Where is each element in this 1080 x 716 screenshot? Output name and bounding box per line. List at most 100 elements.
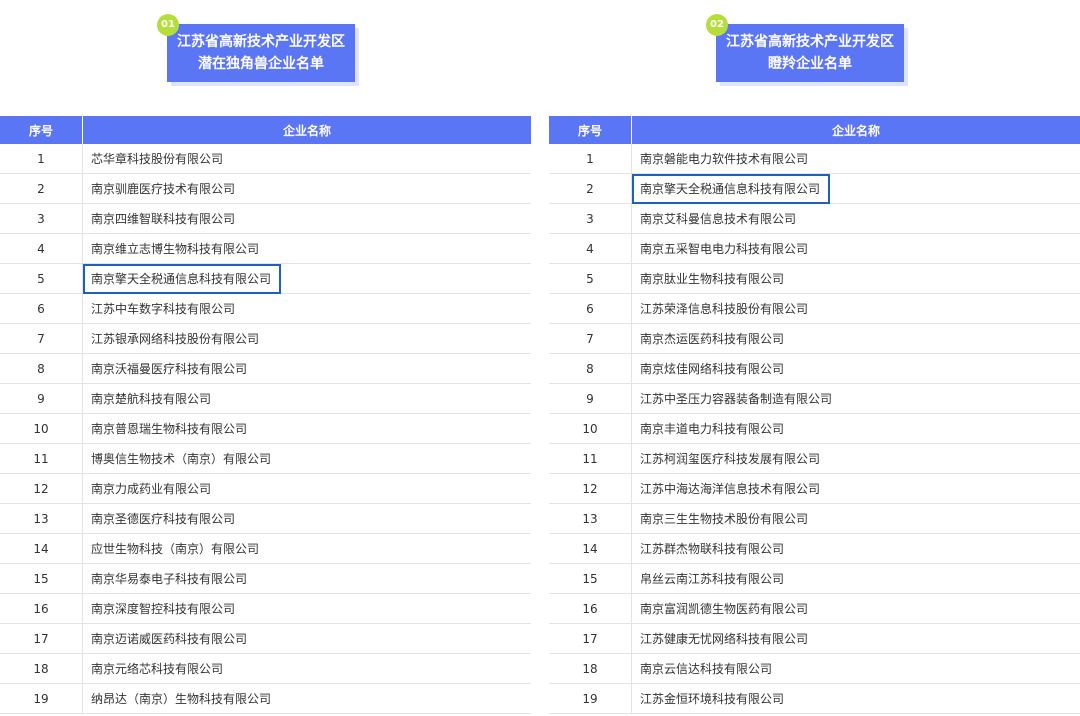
table-row: 13 南京圣德医疗科技有限公司	[0, 503, 531, 534]
table-header-row: 序号 企业名称	[0, 116, 531, 144]
company-name-text: 南京四维智联科技有限公司	[91, 212, 236, 226]
right-panel: 02 江苏省高新技术产业开发区 瞪羚企业名单 序号 企业名称 1 南京磐能电力软件…	[549, 0, 1080, 716]
header-name: 企业名称	[82, 116, 531, 144]
row-number: 2	[549, 173, 632, 204]
company-name: 帛丝云南江苏科技有限公司	[631, 563, 1080, 594]
company-name: 南京炫佳网络科技有限公司	[631, 353, 1080, 384]
header-name: 企业名称	[631, 116, 1080, 144]
table-row: 4 南京维立志博生物科技有限公司	[0, 233, 531, 264]
row-number: 1	[0, 144, 83, 174]
right-company-table: 序号 企业名称 1 南京磐能电力软件技术有限公司 2 南京擎天全税通信息科技有限公司 3…	[549, 116, 1080, 714]
table-row: 18 南京元络芯科技有限公司	[0, 653, 531, 684]
company-name-text: 江苏金恒环境科技有限公司	[640, 692, 785, 706]
company-name: 南京三生生物技术股份有限公司	[631, 503, 1080, 534]
table-row: 15 帛丝云南江苏科技有限公司	[549, 563, 1080, 594]
company-name-text: 南京普恩瑞生物科技有限公司	[91, 422, 248, 436]
company-name: 南京肽业生物科技有限公司	[631, 263, 1080, 294]
company-name: 江苏荣泽信息科技股份有限公司	[631, 293, 1080, 324]
company-name: 南京深度智控科技有限公司	[82, 593, 531, 624]
row-number: 7	[549, 323, 632, 354]
table-row: 6 江苏荣泽信息科技股份有限公司	[549, 293, 1080, 324]
left-company-table: 序号 企业名称 1 芯华章科技股份有限公司 2 南京驯鹿医疗技术有限公司 3 南京四维智联…	[0, 116, 531, 714]
company-name-text: 南京深度智控科技有限公司	[91, 602, 236, 616]
company-name: 应世生物科技（南京）有限公司	[82, 533, 531, 564]
left-panel: 01 江苏省高新技术产业开发区 潜在独角兽企业名单 序号 企业名称 1 芯华章科技…	[0, 0, 531, 716]
table-row: 1 芯华章科技股份有限公司	[0, 144, 531, 174]
company-name-text: 南京力成药业有限公司	[91, 482, 212, 496]
company-name: 南京丰道电力科技有限公司	[631, 413, 1080, 444]
company-name-text: 南京艾科曼信息技术有限公司	[640, 212, 797, 226]
table-row: 5 南京擎天全税通信息科技有限公司	[0, 263, 531, 294]
company-name-text: 南京驯鹿医疗技术有限公司	[91, 182, 236, 196]
table-row: 2 南京驯鹿医疗技术有限公司	[0, 173, 531, 204]
company-name-text: 南京擎天全税通信息科技有限公司	[82, 264, 282, 294]
company-name-text: 江苏中圣压力容器装备制造有限公司	[640, 392, 833, 406]
table-row: 16 南京富润凯德生物医药有限公司	[549, 593, 1080, 624]
row-number: 10	[0, 413, 83, 444]
table-row: 5 南京肽业生物科技有限公司	[549, 263, 1080, 294]
right-title-card: 02 江苏省高新技术产业开发区 瞪羚企业名单	[706, 14, 908, 86]
row-number: 1	[549, 144, 632, 174]
row-number: 2	[0, 173, 83, 204]
company-name: 南京楚航科技有限公司	[82, 383, 531, 414]
table-row: 8 南京沃福曼医疗科技有限公司	[0, 353, 531, 384]
table-row: 19 纳昂达（南京）生物科技有限公司	[0, 683, 531, 714]
row-number: 17	[549, 623, 632, 654]
row-number: 7	[0, 323, 83, 354]
company-name: 南京磐能电力软件技术有限公司	[631, 144, 1080, 174]
row-number: 19	[0, 683, 83, 714]
row-number: 15	[549, 563, 632, 594]
table-row: 15 南京华易泰电子科技有限公司	[0, 563, 531, 594]
company-name-text: 博奥信生物技术（南京）有限公司	[91, 452, 272, 466]
header-num: 序号	[549, 116, 632, 144]
title-box: 江苏省高新技术产业开发区 潜在独角兽企业名单	[167, 24, 355, 82]
row-number: 9	[549, 383, 632, 414]
row-number: 12	[0, 473, 83, 504]
number-badge: 01	[157, 14, 179, 36]
table-row: 9 南京楚航科技有限公司	[0, 383, 531, 414]
row-number: 3	[0, 203, 83, 234]
title-line-2: 潜在独角兽企业名单	[198, 56, 324, 72]
row-number: 16	[0, 593, 83, 624]
row-number: 10	[549, 413, 632, 444]
company-name-text: 江苏中车数字科技有限公司	[91, 302, 236, 316]
company-name: 江苏中海达海洋信息技术有限公司	[631, 473, 1080, 504]
row-number: 4	[549, 233, 632, 264]
right-table-body: 1 南京磐能电力软件技术有限公司 2 南京擎天全税通信息科技有限公司 3 南京艾科曼信息技…	[549, 144, 1080, 714]
table-row: 13 南京三生生物技术股份有限公司	[549, 503, 1080, 534]
table-header-row: 序号 企业名称	[549, 116, 1080, 144]
company-name: 南京云信达科技有限公司	[631, 653, 1080, 684]
company-name: 南京富润凯德生物医药有限公司	[631, 593, 1080, 624]
company-name-text: 南京沃福曼医疗科技有限公司	[91, 362, 248, 376]
company-name: 南京圣德医疗科技有限公司	[82, 503, 531, 534]
row-number: 8	[0, 353, 83, 384]
row-number: 3	[549, 203, 632, 234]
table-row: 3 南京四维智联科技有限公司	[0, 203, 531, 234]
company-name-text: 江苏群杰物联科技有限公司	[640, 542, 785, 556]
table-row: 14 应世生物科技（南京）有限公司	[0, 533, 531, 564]
table-row: 10 南京丰道电力科技有限公司	[549, 413, 1080, 444]
company-name: 南京普恩瑞生物科技有限公司	[82, 413, 531, 444]
company-name: 南京维立志博生物科技有限公司	[82, 233, 531, 264]
company-name-text: 南京肽业生物科技有限公司	[640, 272, 785, 286]
title-line-1: 江苏省高新技术产业开发区	[726, 34, 894, 50]
company-name: 江苏金恒环境科技有限公司	[631, 683, 1080, 714]
left-table-body: 1 芯华章科技股份有限公司 2 南京驯鹿医疗技术有限公司 3 南京四维智联科技有限公司 4 南…	[0, 144, 531, 714]
company-name-text: 江苏柯润玺医疗科技发展有限公司	[640, 452, 821, 466]
company-name-text: 南京迈诺威医药科技有限公司	[91, 632, 248, 646]
company-name: 南京艾科曼信息技术有限公司	[631, 203, 1080, 234]
company-name-text: 江苏中海达海洋信息技术有限公司	[640, 482, 821, 496]
company-name: 纳昂达（南京）生物科技有限公司	[82, 683, 531, 714]
row-number: 8	[549, 353, 632, 384]
company-name-text: 纳昂达（南京）生物科技有限公司	[91, 692, 272, 706]
table-row: 6 江苏中车数字科技有限公司	[0, 293, 531, 324]
company-name: 江苏银承网络科技股份有限公司	[82, 323, 531, 354]
company-name: 江苏群杰物联科技有限公司	[631, 533, 1080, 564]
company-name: 江苏柯润玺医疗科技发展有限公司	[631, 443, 1080, 474]
table-row: 4 南京五采智电电力科技有限公司	[549, 233, 1080, 264]
company-name-text: 江苏银承网络科技股份有限公司	[91, 332, 260, 346]
company-name-highlighted: 南京擎天全税通信息科技有限公司	[82, 263, 531, 294]
row-number: 17	[0, 623, 83, 654]
table-row: 8 南京炫佳网络科技有限公司	[549, 353, 1080, 384]
table-row: 11 江苏柯润玺医疗科技发展有限公司	[549, 443, 1080, 474]
